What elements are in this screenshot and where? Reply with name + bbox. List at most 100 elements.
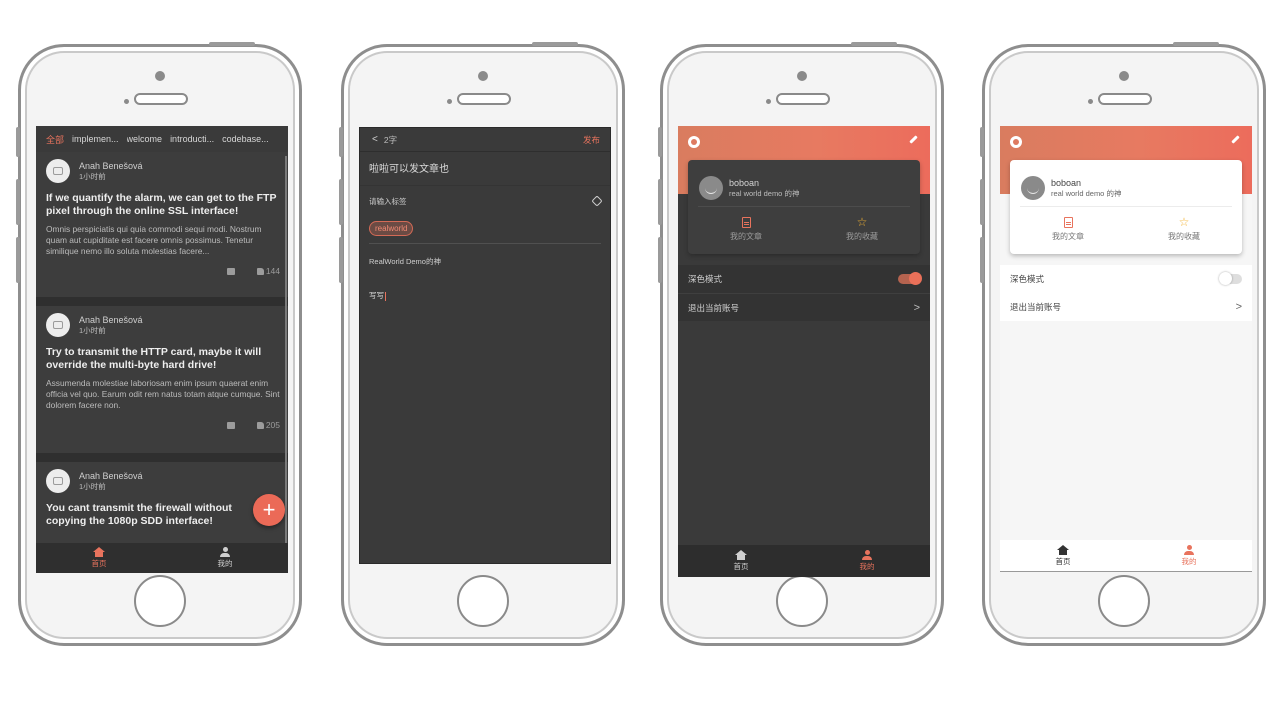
edit-icon[interactable] — [909, 135, 918, 144]
new-article-button[interactable]: + — [253, 494, 285, 526]
thumb-up-icon — [256, 267, 264, 275]
sensor — [447, 99, 452, 104]
camera — [797, 71, 807, 81]
dark-mode-row: 深色模式 — [1000, 265, 1252, 293]
dark-mode-toggle[interactable] — [898, 272, 922, 285]
like-button[interactable]: 205 — [256, 420, 280, 430]
back-button[interactable]: < — [372, 134, 378, 145]
speaker — [134, 93, 188, 105]
tags-input[interactable]: 请输入标签 — [360, 186, 610, 210]
avatar[interactable] — [1021, 176, 1045, 200]
tag-chips: realworld — [369, 210, 601, 244]
body-text: 写写 — [369, 291, 384, 300]
sensor — [1088, 99, 1093, 104]
user-icon — [1184, 544, 1194, 555]
tag-chip[interactable]: realworld — [369, 221, 414, 236]
nav-mine[interactable]: 我的 — [1126, 540, 1252, 571]
nav-mine[interactable]: 我的 — [804, 545, 930, 577]
author-name[interactable]: Anah Benešová — [79, 161, 143, 172]
nav-mine[interactable]: 我的 — [162, 543, 288, 573]
article-title[interactable]: If we quantify the alarm, we can get to … — [46, 192, 280, 217]
tag-icon[interactable] — [591, 195, 603, 207]
tab-introduction[interactable]: introducti... — [170, 134, 214, 144]
logout-row[interactable]: 退出当前账号 > — [678, 293, 930, 321]
feed-screen: 全部 implemen... welcome introducti... cod… — [36, 126, 288, 573]
article-title[interactable]: Try to transmit the HTTP card, maybe it … — [46, 346, 280, 371]
author-name[interactable]: Anah Benešová — [79, 315, 143, 326]
camera — [155, 71, 165, 81]
tab-welcome[interactable]: welcome — [127, 134, 163, 144]
home-icon — [735, 550, 747, 560]
profile-screen: boboan real world demo 的神 我的文章 ☆ 我的收藏 深色… — [1000, 126, 1252, 572]
description-input[interactable]: RealWorld Demo的神 — [360, 244, 610, 290]
nav-home[interactable]: 首页 — [678, 545, 804, 577]
power-button — [209, 42, 255, 46]
my-favorites-button[interactable]: ☆ 我的收藏 — [804, 216, 920, 242]
avatar[interactable] — [699, 176, 723, 200]
phone-profile-dark: boboan real world demo 的神 我的文章 ☆ 我的收藏 深色… — [658, 42, 944, 646]
avatar[interactable] — [46, 159, 70, 183]
tab-all[interactable]: 全部 — [46, 133, 64, 146]
publish-button[interactable]: 发布 — [583, 134, 600, 146]
mute-switch — [16, 127, 20, 157]
volume-up — [658, 179, 662, 225]
user-bio: real world demo 的神 — [1051, 188, 1122, 198]
document-icon — [1063, 217, 1073, 228]
github-icon[interactable] — [688, 136, 700, 148]
post-time: 1小时前 — [79, 481, 106, 491]
article-excerpt: Assumenda molestiae laboriosam enim ipsu… — [46, 378, 280, 410]
user-icon — [862, 550, 872, 560]
edit-icon[interactable] — [1231, 135, 1240, 144]
home-icon — [93, 547, 105, 557]
mute-switch — [980, 127, 984, 157]
volume-up — [16, 179, 20, 225]
profile-card: boboan real world demo 的神 我的文章 ☆ 我的收藏 — [1010, 160, 1242, 254]
volume-down — [339, 237, 343, 283]
dark-mode-label: 深色模式 — [1010, 274, 1045, 284]
home-hardware-button[interactable] — [457, 575, 509, 627]
tab-codebase[interactable]: codebase... — [222, 134, 269, 144]
dark-mode-toggle[interactable] — [1219, 272, 1242, 285]
profile-screen: boboan real world demo 的神 我的文章 ☆ 我的收藏 深色… — [678, 126, 930, 577]
article-title[interactable]: You cant transmit the firewall without c… — [46, 502, 280, 527]
article-card[interactable]: Anah Benešová 1小时前 Try to transmit the H… — [36, 306, 288, 453]
like-button[interactable]: 144 — [256, 266, 280, 276]
home-hardware-button[interactable] — [134, 575, 186, 627]
nav-mine-label: 我的 — [217, 559, 233, 568]
body-input[interactable]: 写写 — [360, 290, 610, 301]
avatar[interactable] — [46, 313, 70, 337]
my-articles-label: 我的文章 — [730, 232, 762, 241]
scrollbar[interactable] — [285, 156, 287, 556]
comment-icon[interactable] — [226, 421, 235, 429]
my-favorites-button[interactable]: ☆ 我的收藏 — [1126, 215, 1242, 242]
author-name[interactable]: Anah Benešová — [79, 471, 143, 482]
username: boboan — [1051, 177, 1082, 188]
article-excerpt: Omnis perspiciatis qui quia commodi sequ… — [46, 224, 262, 256]
comment-icon[interactable] — [226, 267, 235, 275]
nav-home-label: 首页 — [1055, 556, 1071, 566]
speaker — [776, 93, 830, 105]
logout-label: 退出当前账号 — [688, 302, 740, 313]
article-card[interactable]: Anah Benešová 1小时前 If we quantify the al… — [36, 152, 288, 297]
avatar[interactable] — [46, 469, 70, 493]
home-hardware-button[interactable] — [1098, 575, 1150, 627]
logout-row[interactable]: 退出当前账号 > — [1000, 293, 1252, 321]
word-count: 2字 — [383, 134, 398, 145]
image-icon — [53, 321, 63, 329]
tab-implementations[interactable]: implemen... — [72, 134, 119, 144]
user-icon — [220, 547, 230, 557]
nav-home[interactable]: 首页 — [1000, 540, 1126, 571]
my-favorites-label: 我的收藏 — [1168, 232, 1200, 241]
github-icon[interactable] — [1010, 136, 1022, 148]
title-input[interactable]: 啦啦可以发文章也 — [360, 152, 610, 186]
nav-home[interactable]: 首页 — [36, 543, 162, 573]
my-articles-button[interactable]: 我的文章 — [688, 217, 804, 242]
star-icon: ☆ — [1178, 215, 1190, 229]
image-icon — [53, 477, 63, 485]
my-articles-button[interactable]: 我的文章 — [1010, 217, 1126, 242]
chevron-right-icon: > — [1235, 301, 1242, 313]
editor-toolbar: < 2字 发布 — [360, 128, 610, 152]
home-hardware-button[interactable] — [776, 575, 828, 627]
document-icon — [741, 217, 751, 228]
sensor — [766, 99, 771, 104]
